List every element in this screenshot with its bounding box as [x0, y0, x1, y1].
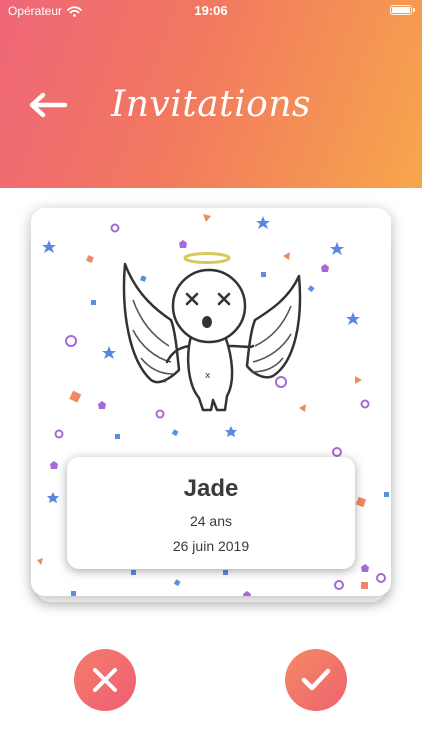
checkmark-icon	[301, 668, 331, 691]
accept-button[interactable]	[285, 649, 347, 711]
status-time: 19:06	[194, 3, 228, 18]
close-icon	[93, 668, 117, 692]
page-title: Invitations	[110, 84, 311, 125]
svg-text:x: x	[205, 371, 211, 381]
battery-icon	[390, 5, 415, 15]
invitation-info-panel: Jade 24 ans 26 juin 2019	[67, 457, 355, 569]
header: Opérateur 19:06 Invitations	[0, 0, 422, 188]
invitee-name: Jade	[183, 475, 239, 502]
status-bar: Opérateur 19:06	[0, 0, 422, 22]
decline-button[interactable]	[74, 649, 136, 711]
invitation-date: 26 juin 2019	[172, 538, 250, 554]
angel-illustration: x	[122, 252, 302, 412]
invitation-card[interactable]: x Jade 24 ans 26 juin 2019	[31, 208, 391, 596]
invitee-age: 24 ans	[189, 513, 233, 529]
